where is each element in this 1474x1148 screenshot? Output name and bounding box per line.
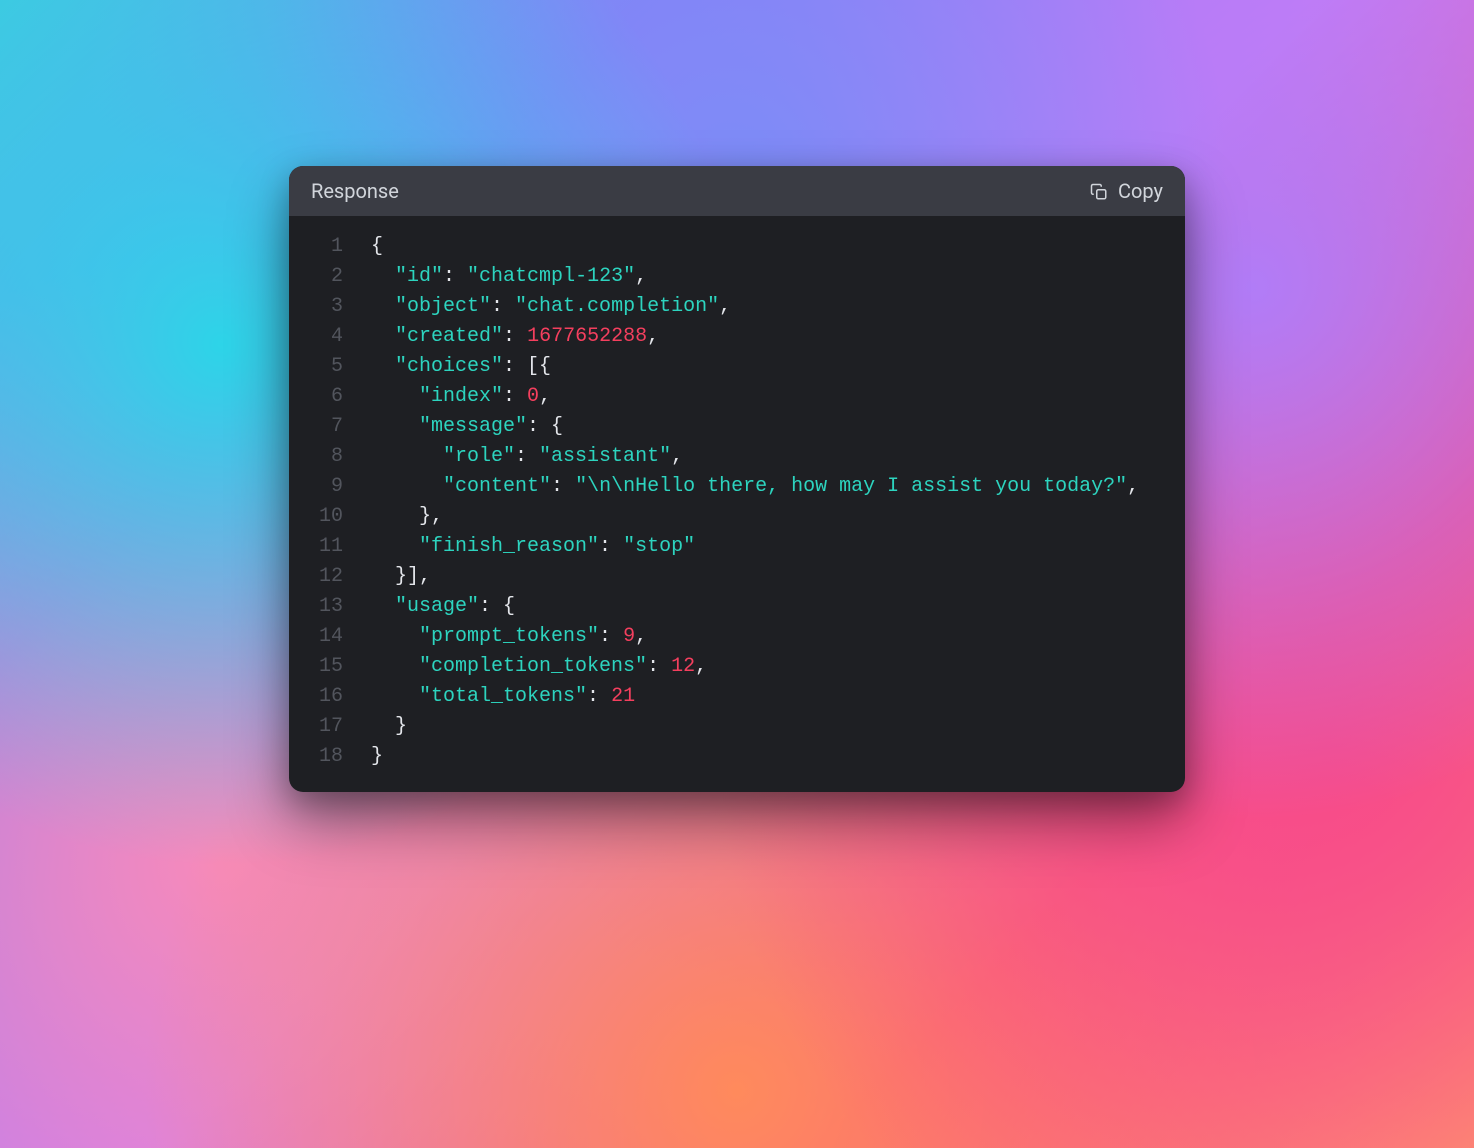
line-number: 16 <box>289 682 343 712</box>
line-content: "prompt_tokens": 9, <box>343 622 647 652</box>
line-number: 12 <box>289 562 343 592</box>
code-line: 9 "content": "\n\nHello there, how may I… <box>289 472 1185 502</box>
code-line: 6 "index": 0, <box>289 382 1185 412</box>
line-content: { <box>343 232 383 262</box>
line-content: }, <box>343 502 443 532</box>
line-number: 5 <box>289 352 343 382</box>
line-number: 17 <box>289 712 343 742</box>
panel-title: Response <box>311 179 399 203</box>
code-line: 18} <box>289 742 1185 772</box>
line-number: 4 <box>289 322 343 352</box>
copy-icon <box>1090 182 1108 200</box>
code-line: 14 "prompt_tokens": 9, <box>289 622 1185 652</box>
code-line: 3 "object": "chat.completion", <box>289 292 1185 322</box>
code-line: 10 }, <box>289 502 1185 532</box>
line-content: "index": 0, <box>343 382 551 412</box>
code-line: 13 "usage": { <box>289 592 1185 622</box>
code-line: 5 "choices": [{ <box>289 352 1185 382</box>
line-content: "usage": { <box>343 592 515 622</box>
line-content: "choices": [{ <box>343 352 551 382</box>
line-content: "finish_reason": "stop" <box>343 532 695 562</box>
code-response-panel: Response Copy 1{2 "id": "chatcmpl-123",3… <box>289 166 1185 792</box>
line-content: } <box>343 712 407 742</box>
code-line: 15 "completion_tokens": 12, <box>289 652 1185 682</box>
line-content: }], <box>343 562 431 592</box>
line-number: 7 <box>289 412 343 442</box>
code-line: 1{ <box>289 232 1185 262</box>
line-number: 18 <box>289 742 343 772</box>
line-number: 10 <box>289 502 343 532</box>
line-number: 1 <box>289 232 343 262</box>
line-number: 15 <box>289 652 343 682</box>
line-content: } <box>343 742 383 772</box>
line-number: 11 <box>289 532 343 562</box>
line-content: "content": "\n\nHello there, how may I a… <box>343 472 1139 502</box>
code-body[interactable]: 1{2 "id": "chatcmpl-123",3 "object": "ch… <box>289 216 1185 792</box>
code-line: 7 "message": { <box>289 412 1185 442</box>
line-content: "completion_tokens": 12, <box>343 652 707 682</box>
copy-label: Copy <box>1118 179 1163 203</box>
line-content: "role": "assistant", <box>343 442 683 472</box>
line-number: 14 <box>289 622 343 652</box>
line-number: 2 <box>289 262 343 292</box>
code-line: 4 "created": 1677652288, <box>289 322 1185 352</box>
line-number: 13 <box>289 592 343 622</box>
line-number: 9 <box>289 472 343 502</box>
code-line: 17 } <box>289 712 1185 742</box>
line-content: "id": "chatcmpl-123", <box>343 262 647 292</box>
code-line: 2 "id": "chatcmpl-123", <box>289 262 1185 292</box>
code-line: 12 }], <box>289 562 1185 592</box>
line-content: "total_tokens": 21 <box>343 682 635 712</box>
line-number: 3 <box>289 292 343 322</box>
line-number: 8 <box>289 442 343 472</box>
line-content: "created": 1677652288, <box>343 322 659 352</box>
code-line: 16 "total_tokens": 21 <box>289 682 1185 712</box>
line-content: "object": "chat.completion", <box>343 292 731 322</box>
code-line: 11 "finish_reason": "stop" <box>289 532 1185 562</box>
line-content: "message": { <box>343 412 563 442</box>
panel-header: Response Copy <box>289 166 1185 216</box>
code-line: 8 "role": "assistant", <box>289 442 1185 472</box>
copy-button[interactable]: Copy <box>1090 179 1163 203</box>
line-number: 6 <box>289 382 343 412</box>
